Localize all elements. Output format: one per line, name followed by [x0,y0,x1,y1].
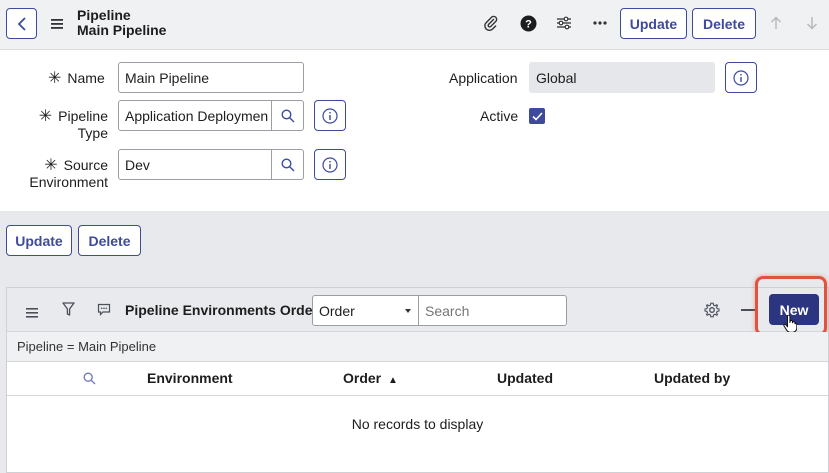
chevron-left-icon [17,16,26,31]
pipeline-type-field[interactable]: Application Deploymen [118,100,272,131]
required-marker: ✳ [38,108,53,125]
form-update-button[interactable]: Update [6,225,72,256]
application-field: Global [529,62,715,93]
column-header-updated[interactable]: Updated [497,370,553,386]
page-title-record: Main Pipeline [77,22,167,38]
filter-icon[interactable] [62,302,75,322]
search-icon [280,108,294,122]
more-options-icon[interactable] [590,13,610,33]
back-button[interactable] [6,8,37,39]
column-header-order-label: Order [343,370,382,386]
column-header-order[interactable]: Order ▲ [343,370,398,386]
required-marker: ✳ [48,70,62,87]
info-icon [322,156,338,173]
active-checkbox[interactable] [529,108,545,124]
page-title: Pipeline Main Pipeline [77,8,166,38]
header-delete-button[interactable]: Delete [692,8,756,39]
required-marker: ✳ [44,157,58,174]
related-list-title: Pipeline Environments Order [125,302,318,318]
collapse-icon[interactable] [741,309,755,311]
source-environment-label-line2: Environment [29,174,108,190]
info-icon [322,107,338,124]
pipeline-type-label-line2: Type [77,125,108,141]
form-header: Pipeline Main Pipeline ? Update Delete [0,0,829,50]
name-field[interactable]: Main Pipeline [118,62,304,93]
caret-down-icon [405,309,411,313]
svg-text:?: ? [525,18,532,30]
breadcrumb-filter[interactable]: Pipeline = Main Pipeline [7,332,828,362]
pipeline-type-label: ✳ Pipeline Type [38,108,108,142]
source-environment-info-button[interactable] [314,149,346,180]
pipeline-type-info-button[interactable] [314,100,346,131]
help-icon[interactable]: ? [518,13,538,33]
pipeline-type-label-line1: Pipeline [58,108,108,124]
source-environment-label-line1: Source [63,157,108,173]
search-icon [280,157,294,171]
paperclip-icon[interactable] [481,13,501,33]
form-delete-button[interactable]: Delete [78,225,141,256]
application-label: Application [449,70,518,86]
name-label: ✳ Name [48,70,105,87]
settings-sliders-icon[interactable] [554,13,574,33]
page-title-table: Pipeline [77,7,131,23]
column-header-environment[interactable]: Environment [147,370,233,386]
application-info-button[interactable] [725,62,757,93]
related-list-toolbar: Pipeline Environments Order Order New [7,276,828,336]
search-field-select[interactable]: Order [312,295,419,326]
arrow-up-icon[interactable] [766,13,786,33]
column-header-updated-by[interactable]: Updated by [654,370,730,386]
related-list-menu-icon[interactable] [26,305,38,323]
source-environment-field[interactable]: Dev [118,149,272,180]
search-field-select-value: Order [319,302,355,319]
related-list-search-input[interactable] [418,295,567,326]
source-environment-label: ✳ Source Environment [22,157,108,191]
header-divider [7,395,828,396]
column-search-icon[interactable] [83,372,96,390]
hamburger-menu-icon[interactable] [51,16,63,34]
chat-bubble-icon[interactable] [97,303,111,321]
name-label-text: Name [67,70,105,86]
related-list: Pipeline Environments Order Order New Pi… [6,276,829,473]
record-form: ✳ Name Main Pipeline ✳ Pipeline Type Appli… [0,50,829,211]
arrow-down-icon[interactable] [802,13,822,33]
sort-ascending-icon: ▲ [388,375,398,386]
header-update-button[interactable]: Update [620,8,687,39]
empty-state-message: No records to display [351,416,484,432]
pipeline-type-lookup-button[interactable] [272,100,304,131]
gear-icon[interactable] [704,302,720,323]
active-label: Active [480,108,519,124]
info-icon [733,69,749,86]
source-environment-lookup-button[interactable] [272,149,304,180]
checkmark-icon [531,111,543,121]
